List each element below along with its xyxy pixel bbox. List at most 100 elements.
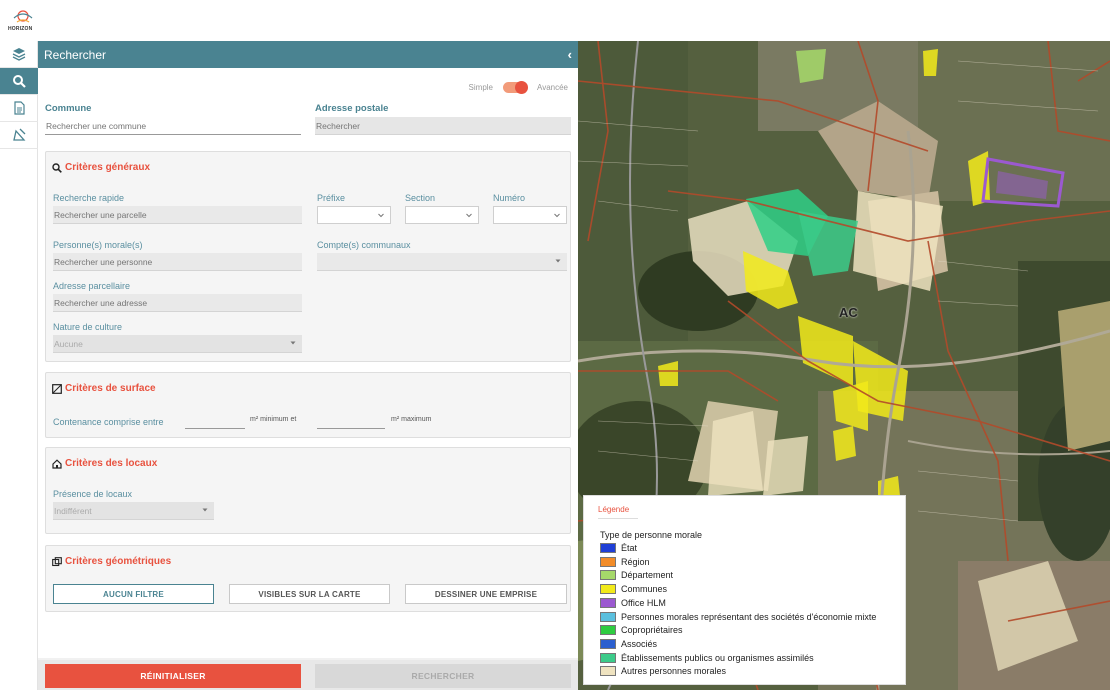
- prefix-select[interactable]: [317, 206, 391, 224]
- quick-search-input[interactable]: [53, 206, 302, 224]
- polygon-icon: [52, 556, 62, 566]
- moral-person-input[interactable]: [53, 253, 302, 271]
- legend-swatch: [600, 597, 616, 608]
- general-criteria-title-text: Critères généraux: [65, 162, 151, 173]
- postal-address-input[interactable]: [315, 117, 571, 135]
- parcel-address-input[interactable]: [53, 294, 302, 312]
- legend-swatch: [600, 625, 616, 636]
- legend-swatch: [600, 584, 616, 595]
- quick-search-input-field[interactable]: [54, 209, 302, 220]
- culture-select-value: Aucune: [54, 338, 83, 349]
- number-select[interactable]: [493, 206, 567, 224]
- section-label: Section: [405, 193, 436, 203]
- legend-item-label: Département: [621, 570, 674, 581]
- section-select[interactable]: [405, 206, 479, 224]
- mode-simple-label: Simple: [468, 83, 493, 92]
- home-icon: [52, 458, 62, 469]
- caret-down-icon: [290, 341, 296, 345]
- legend-item-label: Autres personnes morales: [621, 666, 727, 677]
- legend-item-label: Région: [621, 556, 650, 567]
- legend-swatch: [600, 666, 616, 677]
- measure-icon: [13, 128, 26, 141]
- culture-select[interactable]: Aucune: [53, 335, 302, 353]
- chevron-down-icon: [466, 213, 472, 218]
- legend-divider: [598, 518, 638, 519]
- collapse-panel-button[interactable]: ‹: [568, 47, 572, 62]
- panel-header: Rechercher ‹: [38, 41, 578, 68]
- commune-label: Commune: [45, 103, 92, 114]
- search-icon: [52, 162, 62, 173]
- layers-icon: [12, 48, 26, 61]
- prefix-label: Préfixe: [317, 193, 346, 203]
- map-section-label: AC: [839, 305, 858, 320]
- panel-title: Rechercher: [44, 47, 107, 62]
- moral-person-input-field[interactable]: [54, 256, 302, 267]
- legend-item-label: Établissements publics ou organismes ass…: [621, 652, 814, 663]
- legend-swatch: [600, 652, 616, 663]
- mode-advanced-label: Avancée: [537, 83, 568, 92]
- parcel-address-input-field[interactable]: [54, 297, 302, 308]
- document-button[interactable]: [0, 95, 38, 122]
- surface-criteria-section: Critères de surface Contenance comprise …: [45, 372, 571, 438]
- general-criteria-title: Critères généraux: [52, 162, 150, 173]
- communal-accounts-label: Compte(s) communaux: [317, 240, 411, 250]
- surface-min-input[interactable]: [185, 411, 245, 429]
- legend-heading: Type de personne morale: [600, 530, 703, 540]
- presence-select-value: Indifférent: [54, 505, 92, 516]
- postal-address-label: Adresse postale: [315, 103, 389, 114]
- legend-swatch: [600, 611, 616, 622]
- map-legend: Légende Type de personne morale État Régi…: [583, 495, 906, 685]
- legend-item-label: Copropriétaires: [621, 625, 683, 636]
- geometric-criteria-title: Critères géométriques: [52, 556, 171, 567]
- legend-item: Office HLM: [600, 597, 666, 609]
- locaux-criteria-title: Critères des locaux: [52, 458, 157, 469]
- surface-icon: [52, 383, 62, 394]
- geometric-criteria-title-text: Critères géométriques: [65, 556, 172, 567]
- geometric-criteria-section: Critères géométriques AUCUN FILTRE VISIB…: [45, 545, 571, 612]
- postal-address-input-field[interactable]: [316, 120, 571, 131]
- surface-criteria-title: Critères de surface: [52, 383, 156, 394]
- no-filter-button[interactable]: AUCUN FILTRE: [53, 584, 214, 604]
- search-submit-button[interactable]: RECHERCHER: [315, 664, 571, 688]
- chevron-down-icon: [554, 213, 560, 218]
- legend-item-label: Communes: [621, 584, 668, 595]
- presence-label: Présence de locaux: [53, 489, 133, 499]
- surface-criteria-title-text: Critères de surface: [65, 383, 156, 394]
- legend-item: Département: [600, 569, 673, 581]
- measure-button[interactable]: [0, 122, 38, 149]
- commune-input-field[interactable]: [46, 120, 301, 131]
- legend-item: Établissements publics ou organismes ass…: [600, 652, 814, 664]
- locaux-criteria-section: Critères des locaux Présence de locaux I…: [45, 447, 571, 534]
- surface-max-input[interactable]: [317, 411, 385, 429]
- legend-item: Associés: [600, 638, 657, 650]
- visible-on-map-button[interactable]: VISIBLES SUR LA CARTE: [229, 584, 390, 604]
- mode-toggle-row: Simple Avancée: [468, 81, 568, 94]
- panel-body: Simple Avancée Commune Adresse postale C…: [38, 68, 578, 658]
- app-logo-text: HORIZON: [8, 26, 33, 32]
- locaux-criteria-title-text: Critères des locaux: [65, 458, 158, 469]
- legend-swatch: [600, 638, 616, 649]
- legend-swatch: [600, 570, 616, 581]
- legend-item: Région: [600, 556, 650, 568]
- surface-min-unit: m² minimum et: [250, 416, 297, 423]
- commune-input[interactable]: [45, 117, 301, 135]
- presence-select[interactable]: Indifférent: [53, 502, 214, 520]
- legend-title: Légende: [598, 505, 630, 514]
- search-button[interactable]: [0, 68, 38, 95]
- top-bar: HORIZON: [0, 0, 1110, 41]
- layers-button[interactable]: [0, 41, 38, 68]
- number-label: Numéro: [493, 193, 526, 203]
- quick-search-label: Recherche rapide: [53, 193, 125, 203]
- draw-area-button[interactable]: DESSINER UNE EMPRISE: [405, 584, 567, 604]
- moral-person-label: Personne(s) morale(s): [53, 240, 143, 250]
- left-rail: [0, 41, 38, 690]
- document-icon: [14, 101, 25, 115]
- culture-label: Nature de culture: [53, 322, 123, 332]
- general-criteria-section: Critères généraux Recherche rapide Préfi…: [45, 151, 571, 362]
- legend-swatch: [600, 556, 616, 567]
- reset-button[interactable]: RÉINITIALISER: [45, 664, 301, 688]
- parcel-address-label: Adresse parcellaire: [53, 281, 131, 291]
- mode-toggle[interactable]: [503, 81, 528, 94]
- communal-accounts-select[interactable]: [317, 253, 567, 271]
- legend-item-label: État: [621, 543, 638, 553]
